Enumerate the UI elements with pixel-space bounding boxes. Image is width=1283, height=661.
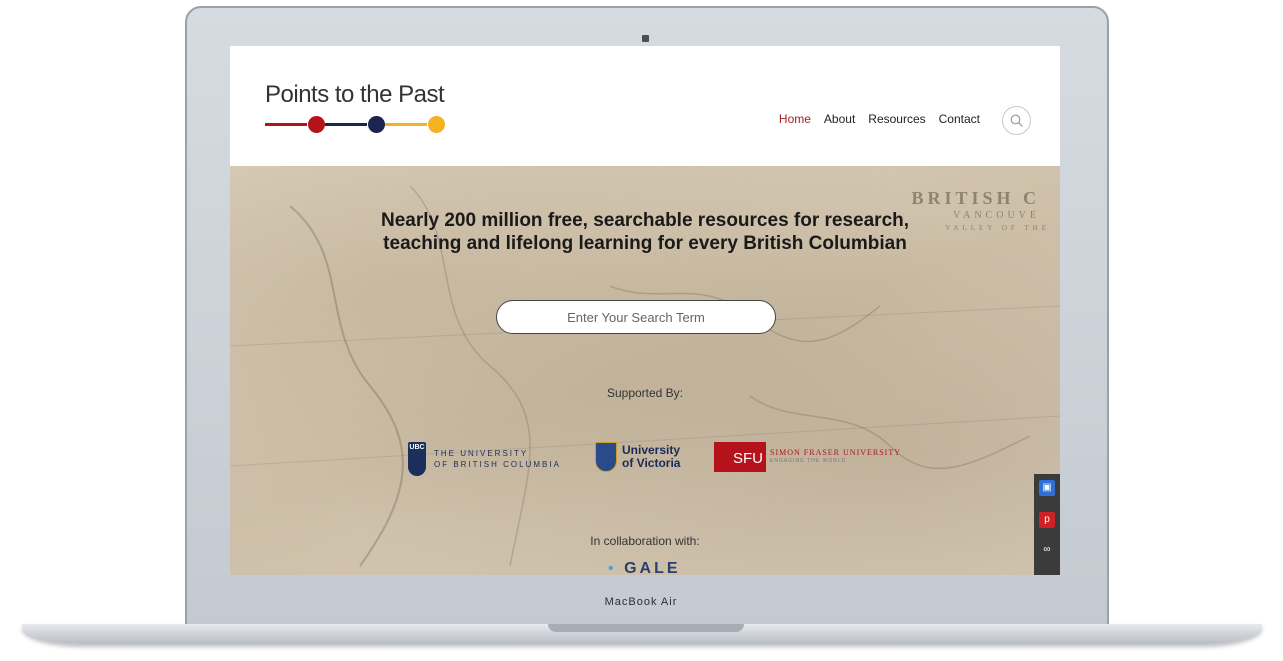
site-title[interactable]: Points to the Past — [265, 81, 445, 109]
search-icon — [1010, 114, 1023, 127]
gale-logo[interactable]: • GALE — [608, 560, 681, 575]
main-nav: Home About Resources Contact — [779, 112, 980, 126]
headline-line-2: teaching and lifelong learning for every… — [383, 233, 907, 254]
nav-resources[interactable]: Resources — [868, 112, 925, 126]
pointer-red-icon — [265, 116, 325, 134]
laptop-notch — [548, 624, 744, 632]
map-label-british: BRITISH C — [911, 188, 1040, 208]
ubc-line-1: THE UNIVERSITY — [434, 449, 529, 458]
nav-home[interactable]: Home — [779, 112, 811, 126]
camera-icon — [642, 35, 649, 42]
nav-about[interactable]: About — [824, 112, 855, 126]
ubc-logo[interactable]: UBC THE UNIVERSITY OF BRITISH COLUMBIA — [408, 442, 561, 476]
pointer-navy-icon — [325, 116, 385, 134]
uvic-crest-icon — [595, 442, 617, 472]
site-header: Points to the Past Home About Resources … — [230, 46, 1060, 166]
sfu-line-2: ENGAGING THE WORLD — [770, 458, 847, 464]
uvic-logo[interactable]: University of Victoria — [595, 442, 680, 472]
ubc-line-2: OF BRITISH COLUMBIA — [434, 460, 561, 469]
side-toolbar: ▣ p ∞ — [1034, 474, 1060, 575]
sfu-line-1: SIMON FRASER UNIVERSITY — [770, 448, 902, 457]
laptop-brand: MacBook Air — [604, 596, 678, 608]
uvic-line-2: of Victoria — [622, 456, 681, 470]
pinterest-icon[interactable]: p — [1039, 512, 1055, 528]
collaboration-label: In collaboration with: — [590, 534, 700, 548]
nav-contact[interactable]: Contact — [939, 112, 980, 126]
headline-line-1: Nearly 200 million free, searchable reso… — [380, 210, 910, 231]
search-input[interactable] — [496, 300, 776, 334]
sfu-box: SFU — [714, 442, 766, 472]
link-icon[interactable]: ∞ — [1039, 542, 1055, 558]
pointer-yellow-icon — [385, 116, 445, 134]
supported-by-label: Supported By: — [606, 386, 684, 400]
sfu-logo[interactable]: SFU SIMON FRASER UNIVERSITY ENGAGING THE… — [714, 442, 901, 472]
hero-headline: Nearly 200 million free, searchable reso… — [230, 209, 1060, 255]
search-button[interactable] — [1002, 106, 1031, 135]
gale-mark-icon: • — [608, 560, 617, 575]
ubc-crest-icon: UBC — [408, 442, 426, 476]
bookmark-icon[interactable]: ▣ — [1039, 480, 1055, 496]
browser-screen: Points to the Past Home About Resources … — [230, 46, 1060, 575]
